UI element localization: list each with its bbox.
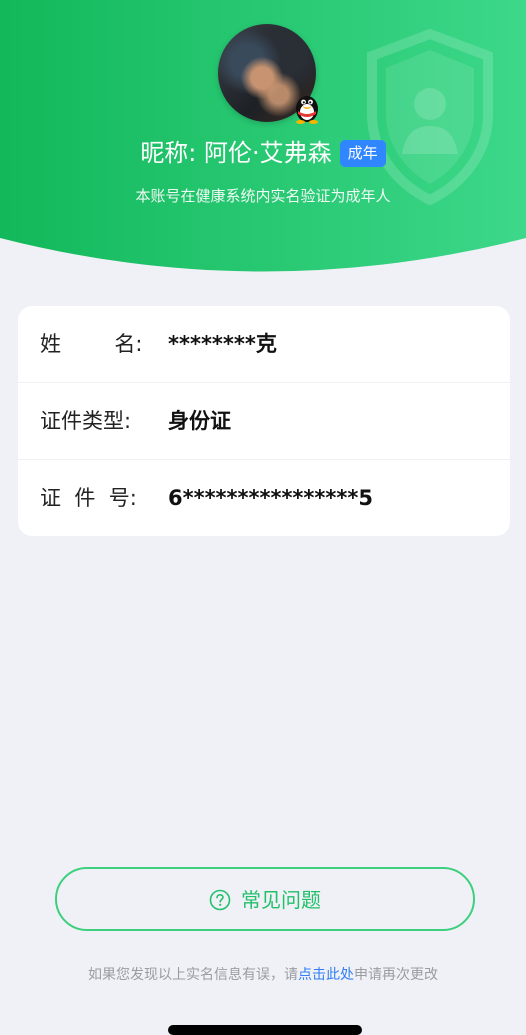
id-number-value: 6****************5 [168, 486, 373, 510]
nickname-prefix: 昵称: [140, 139, 205, 167]
verification-status: 本账号在健康系统内实名验证为成年人 [135, 187, 391, 205]
info-row-name: 姓 名: ********克 [18, 306, 510, 383]
name-value: ********克 [168, 332, 277, 356]
name-label: 姓 名: [40, 332, 143, 356]
info-row-id-number: 证 件 号: 6****************5 [18, 460, 510, 536]
id-type-value: 身份证 [168, 409, 231, 433]
footer-prefix: 如果您发现以上实名信息有误，请 [88, 967, 298, 983]
qq-penguin-icon [296, 96, 318, 124]
footer-suffix: 申请再次更改 [354, 967, 438, 983]
faq-label: 常见问题 [241, 887, 321, 912]
id-number-label: 证 件 号: [40, 486, 137, 510]
nickname: 阿伦·艾弗森 [204, 139, 332, 167]
shield-user-icon [367, 28, 493, 206]
header-banner: 昵称: 阿伦·艾弗森 成年 本账号在健康系统内实名验证为成年人 [0, 0, 526, 275]
identity-info-card: 姓 名: ********克 证件类型: 身份证 证 件 号: 6*******… [18, 306, 510, 536]
click-here-link[interactable]: 点击此处 [298, 967, 354, 983]
footer-note: 如果您发现以上实名信息有误，请点击此处申请再次更改 [0, 963, 526, 987]
home-indicator[interactable] [168, 1025, 362, 1035]
question-circle-icon [209, 889, 231, 910]
adult-badge: 成年 [339, 139, 386, 167]
nickname-row: 昵称: 阿伦·艾弗森 成年 [0, 134, 526, 172]
id-type-label: 证件类型: [40, 409, 132, 433]
info-row-id-type: 证件类型: 身份证 [18, 383, 510, 460]
faq-button[interactable]: 常见问题 [55, 867, 475, 931]
